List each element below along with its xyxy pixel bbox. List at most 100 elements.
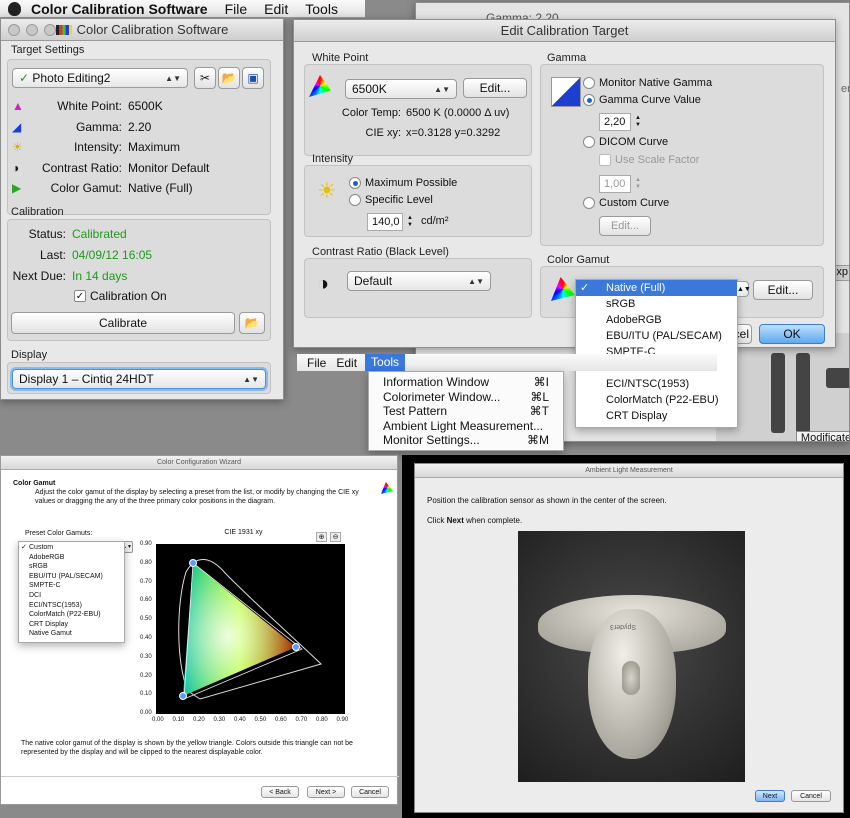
- y-tick-label: 0.20: [140, 672, 152, 679]
- gamma-value-field[interactable]: 2,20: [599, 113, 631, 131]
- max-possible-radio[interactable]: [349, 177, 361, 189]
- gamut-icon: ▶: [12, 181, 22, 196]
- menu-tools[interactable]: Tools: [305, 1, 338, 17]
- save-icon[interactable]: ▣: [242, 67, 264, 89]
- menu-edit[interactable]: Edit: [264, 1, 288, 17]
- preset-option[interactable]: ColorMatch (P22-EBU): [29, 610, 124, 620]
- gamma-stepper[interactable]: ▲ ▼: [633, 113, 643, 131]
- status-value: Calibrated: [72, 227, 127, 241]
- menu-file-2[interactable]: File: [297, 356, 336, 370]
- blue-primary-handle[interactable]: [179, 692, 187, 700]
- bg-fader-2[interactable]: [796, 353, 810, 433]
- zoom-out-icon[interactable]: ⊖: [330, 532, 341, 542]
- green-primary-handle[interactable]: [189, 559, 197, 567]
- apple-icon[interactable]: [8, 1, 21, 16]
- specific-level-radio[interactable]: [349, 194, 361, 206]
- tools-item-shortcut: ⌘I: [533, 375, 549, 389]
- bg-modificate-button[interactable]: Modificate: [796, 431, 849, 441]
- preset-option[interactable]: EBU/ITU (PAL/SECAM): [29, 572, 124, 582]
- preset-option[interactable]: CRT Display: [29, 620, 124, 630]
- x-tick-label: 0.60: [275, 717, 287, 723]
- preset-option[interactable]: ECI/NTSC(1953): [29, 601, 124, 611]
- minimize-dot[interactable]: [26, 24, 38, 36]
- custom-curve-radio[interactable]: [583, 197, 595, 209]
- preset-value: Photo Editing2: [32, 71, 111, 85]
- tools-menu-item[interactable]: Information Window ⌘I: [369, 375, 563, 390]
- contrast-popup[interactable]: Default ▲▼: [347, 271, 491, 291]
- sun-icon: ☀: [12, 140, 23, 155]
- tools-menu-item[interactable]: Colorimeter Window... ⌘L: [369, 390, 563, 405]
- preset-option[interactable]: ✓ Custom: [21, 543, 124, 553]
- preset-option[interactable]: AdobeRGB: [29, 553, 124, 563]
- gamut-option[interactable]: EBU/ITU (PAL/SECAM): [576, 328, 737, 344]
- updown-icon: ▲▼: [434, 84, 450, 94]
- close-dot[interactable]: [8, 24, 20, 36]
- preset-option[interactable]: DCI: [29, 591, 124, 601]
- target-settings-group: ✓ Photo Editing2 ▲▼ ✂ 📂 ▣ ▲ White Point: 65…: [7, 59, 271, 215]
- folder-icon[interactable]: 📂: [239, 312, 265, 334]
- display-heading: Display: [11, 349, 48, 361]
- back-button[interactable]: < Back: [261, 786, 299, 798]
- zoom-in-icon[interactable]: ⊕: [316, 532, 327, 542]
- calibration-on-checkbox[interactable]: ✓: [74, 290, 86, 302]
- preset-option[interactable]: sRGB: [29, 562, 124, 572]
- calibrate-button[interactable]: Calibrate: [11, 312, 235, 334]
- level-field[interactable]: 140,0: [367, 213, 403, 231]
- target-rows: ▲ White Point: 6500K ◢ Gamma: 2.20 ☀ Intensit…: [12, 96, 268, 199]
- white-point-popup-value: 6500K: [352, 82, 387, 96]
- tools-menu-item[interactable]: Ambient Light Measurement...: [369, 419, 563, 434]
- menu-tools-2[interactable]: Tools: [365, 354, 406, 371]
- instruction-pre: Click: [427, 516, 447, 525]
- open-folder-icon[interactable]: 📂: [218, 67, 240, 89]
- white-point-value: 6500K: [128, 99, 163, 114]
- app-menu[interactable]: Color Calibration Software: [31, 1, 208, 17]
- preset-dropdown[interactable]: ✓ Custom AdobeRGB sRGB EBU/ITU (PAL/SECAM…: [18, 541, 125, 643]
- scale-value-field[interactable]: 1,00: [599, 175, 631, 193]
- tools-menu-item[interactable]: Test Pattern ⌘T: [369, 404, 563, 419]
- scale-stepper[interactable]: ▲ ▼: [633, 175, 643, 193]
- white-point-edit-button[interactable]: Edit...: [463, 78, 527, 98]
- gamut-option[interactable]: sRGB: [576, 296, 737, 312]
- menu-file[interactable]: File: [225, 1, 248, 17]
- preset-option[interactable]: Native Gamut: [29, 629, 124, 639]
- gamut-option-label: Native (Full): [606, 282, 666, 294]
- red-primary-handle[interactable]: [292, 643, 300, 651]
- gamut-option[interactable]: ✓ Native (Full): [576, 280, 737, 296]
- gamut-triangle-icon: [551, 277, 575, 301]
- tools-menu-item[interactable]: Monitor Settings... ⌘M: [369, 433, 563, 448]
- checkmark-icon: ✓: [580, 282, 590, 294]
- native-gamma-radio[interactable]: [583, 77, 595, 89]
- gamut-option[interactable]: ECI/NTSC(1953): [576, 376, 737, 392]
- menu-edit-2[interactable]: Edit: [336, 356, 365, 370]
- tools-icon[interactable]: ✂: [194, 67, 216, 89]
- main-window: Color Calibration Software Target Settin…: [0, 18, 284, 400]
- ambient-next-button[interactable]: Next: [755, 790, 785, 802]
- custom-curve-edit-button[interactable]: Edit...: [599, 216, 651, 236]
- gamut-option[interactable]: ColorMatch (P22-EBU): [576, 392, 737, 408]
- tools-dropdown[interactable]: Information Window ⌘I Colorimeter Window.…: [368, 371, 564, 451]
- gamut-option[interactable]: AdobeRGB: [576, 312, 737, 328]
- gamut-option[interactable]: CRT Display: [576, 408, 737, 424]
- ok-button[interactable]: OK: [759, 324, 825, 344]
- white-point-group: 6500K ▲▼ Edit... Color Temp: 6500 K (0.000…: [304, 64, 532, 156]
- display-popup[interactable]: Display 1 – Cintiq 24HDT ▲▼: [12, 369, 266, 389]
- ambient-cancel-button[interactable]: Cancel: [791, 790, 831, 802]
- wizard-note: The native color gamut of the display is…: [21, 740, 353, 756]
- gamma-curve-radio[interactable]: [583, 94, 595, 106]
- zoom-dot[interactable]: [44, 24, 56, 36]
- gamut-edit-button[interactable]: Edit...: [753, 280, 813, 300]
- cancel-button[interactable]: Cancel: [351, 786, 389, 798]
- scale-factor-checkbox[interactable]: [599, 154, 611, 166]
- gamut-popup-arrow[interactable]: ▲▼: [737, 281, 751, 297]
- contrast-value: Monitor Default: [128, 160, 210, 175]
- bg-fader-3[interactable]: [826, 368, 849, 388]
- level-stepper[interactable]: ▲ ▼: [405, 213, 415, 231]
- calibration-on-label: Calibration On: [90, 289, 167, 303]
- preset-option[interactable]: SMPTE-C: [29, 581, 124, 591]
- next-button[interactable]: Next >: [307, 786, 345, 798]
- white-point-popup[interactable]: 6500K ▲▼: [345, 79, 457, 99]
- dicom-radio[interactable]: [583, 136, 595, 148]
- preset-popup[interactable]: ✓ Photo Editing2 ▲▼: [12, 68, 188, 88]
- x-tick-label: 0.80: [316, 717, 328, 723]
- bg-fader-1[interactable]: [771, 353, 785, 433]
